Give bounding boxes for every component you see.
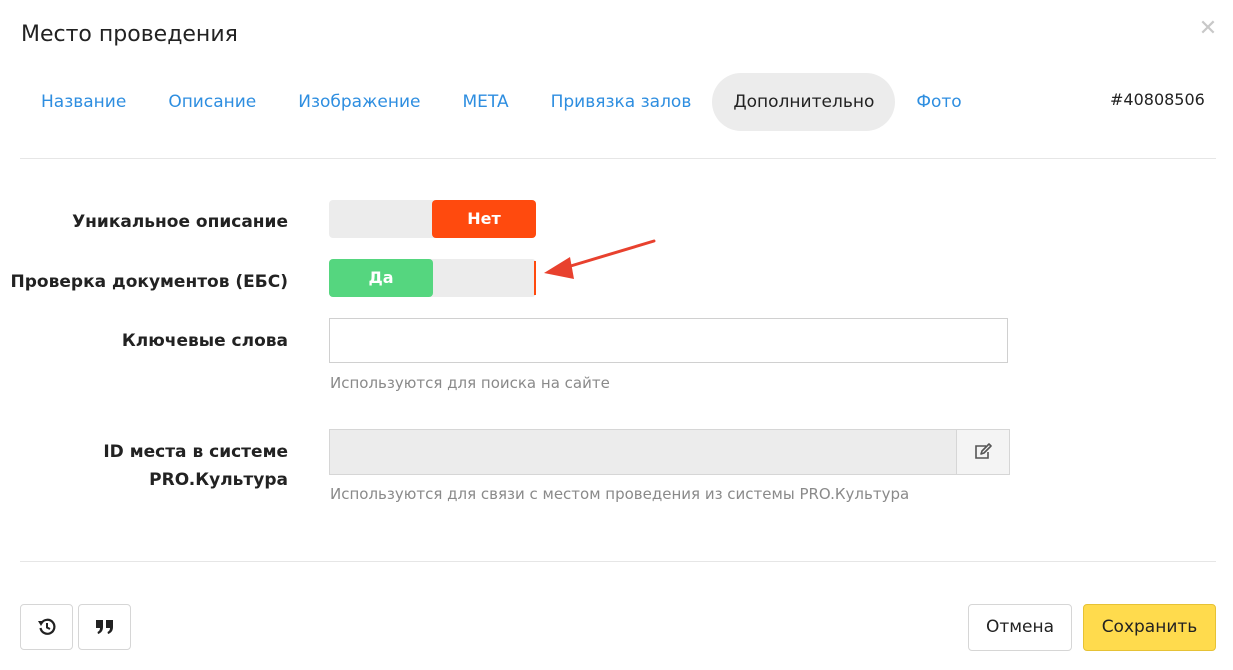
pro-culture-id-hint: Используются для связи с местом проведен…: [330, 485, 910, 503]
pro-culture-id-label: ID места в системе PRO.Культура: [103, 438, 288, 494]
tab-additional[interactable]: Дополнительно: [712, 73, 896, 131]
tab-name[interactable]: Название: [20, 73, 147, 131]
unique-description-toggle[interactable]: Нет: [329, 200, 536, 238]
documents-check-label: Проверка документов (ЕБС): [10, 272, 288, 292]
close-icon[interactable]: ✕: [1196, 16, 1220, 42]
tab-meta[interactable]: META: [442, 73, 530, 131]
keywords-input[interactable]: [329, 318, 1008, 363]
tab-description[interactable]: Описание: [147, 73, 277, 131]
pro-culture-id-label-line2: PRO.Культура: [149, 470, 288, 490]
edit-id-button[interactable]: [956, 429, 1010, 475]
footer-divider: [20, 561, 1216, 562]
pro-culture-id-label-line1: ID места в системе: [103, 442, 288, 462]
toggle-edge: [534, 261, 536, 295]
toggle-no-option[interactable]: Нет: [432, 200, 536, 238]
tab-bar: Название Описание Изображение META Привя…: [20, 73, 983, 131]
tab-halls-binding[interactable]: Привязка залов: [530, 73, 713, 131]
keywords-label: Ключевые слова: [121, 331, 288, 351]
documents-check-toggle[interactable]: Да: [329, 259, 536, 297]
edit-icon: [975, 443, 992, 459]
header-divider: [20, 158, 1216, 159]
history-button[interactable]: [20, 604, 73, 650]
history-icon: [37, 618, 55, 635]
tab-photo[interactable]: Фото: [895, 73, 982, 131]
tab-image[interactable]: Изображение: [277, 73, 441, 131]
quote-button[interactable]: [78, 604, 131, 650]
toggle-yes-option[interactable]: Да: [329, 259, 433, 297]
save-button[interactable]: Сохранить: [1083, 604, 1216, 651]
record-id: #40808506: [1110, 90, 1205, 109]
annotation-arrow-icon: [544, 239, 656, 279]
cancel-button[interactable]: Отмена: [968, 604, 1072, 651]
unique-description-label: Уникальное описание: [72, 212, 288, 232]
pro-culture-id-field: [329, 429, 956, 475]
keywords-hint: Используются для поиска на сайте: [330, 374, 610, 392]
modal-title: Место проведения: [21, 22, 238, 47]
quote-icon: [95, 620, 113, 634]
